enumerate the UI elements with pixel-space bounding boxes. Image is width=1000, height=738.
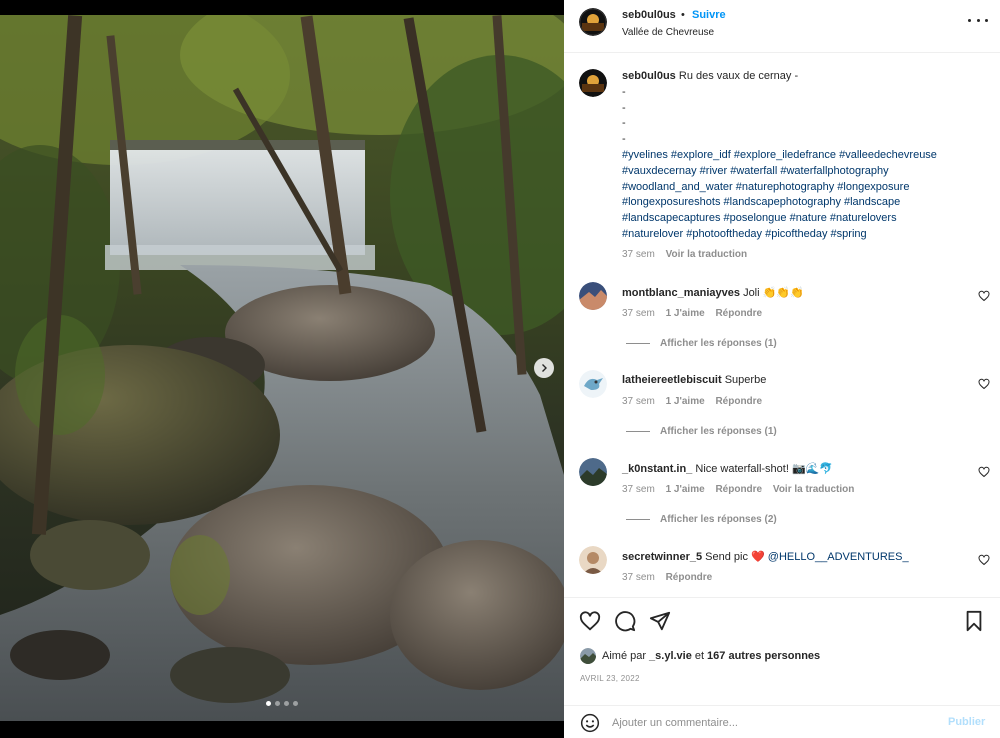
comment-text: secretwinner_5 Send pic ❤️ @HELLO__ADVEN… bbox=[622, 550, 909, 563]
follow-button[interactable]: Suivre bbox=[692, 9, 726, 21]
author-avatar[interactable] bbox=[579, 8, 607, 36]
comment-likes-count[interactable]: 1 J'aime bbox=[666, 308, 705, 319]
caption-dash: - bbox=[622, 133, 626, 146]
more-options-icon[interactable] bbox=[968, 13, 988, 27]
comment-text: _k0nstant.in_ Nice waterfall-shot! 📷🌊🐬 bbox=[622, 462, 833, 475]
post-location[interactable]: Vallée de Chevreuse bbox=[622, 27, 714, 38]
commenter-avatar[interactable] bbox=[579, 282, 607, 310]
comment-body: Joli 👏👏👏 bbox=[743, 287, 804, 299]
post-media bbox=[0, 0, 564, 738]
caption-dash: - bbox=[622, 117, 626, 130]
author-username[interactable]: seb0ul0us bbox=[622, 9, 676, 21]
caption-hashtags[interactable]: #landscapecaptures #poselongue #nature #… bbox=[622, 211, 984, 227]
smiley-icon[interactable] bbox=[580, 713, 600, 733]
commenter-avatar[interactable] bbox=[579, 546, 607, 574]
view-replies-label: Afficher les réponses (1) bbox=[660, 338, 777, 349]
carousel-dot bbox=[293, 701, 298, 706]
commenter-username[interactable]: _k0nstant.in_ bbox=[622, 463, 692, 475]
commenter-avatar[interactable] bbox=[579, 458, 607, 486]
comment-like-icon[interactable] bbox=[978, 290, 990, 302]
carousel-dot bbox=[275, 701, 280, 706]
reply-button[interactable]: Répondre bbox=[715, 484, 762, 495]
reply-button[interactable]: Répondre bbox=[715, 308, 762, 319]
commenter-username[interactable]: montblanc_maniayves bbox=[622, 287, 740, 299]
carousel-dot bbox=[284, 701, 289, 706]
comment-like-icon[interactable] bbox=[978, 466, 990, 478]
view-replies-button[interactable]: Afficher les réponses (2) bbox=[626, 514, 777, 525]
liked-by-others[interactable]: 167 autres personnes bbox=[707, 650, 820, 662]
comment-translate-link[interactable]: Voir la traduction bbox=[773, 484, 855, 495]
comment-meta: 37 sem 1 J'aime Répondre bbox=[622, 396, 770, 407]
comment-input[interactable] bbox=[612, 714, 932, 732]
post-side-panel: seb0ul0us • Suivre Vallée de Chevreuse s… bbox=[564, 0, 1000, 738]
caption-text: Ru des vaux de cernay - bbox=[678, 70, 799, 82]
send-icon[interactable] bbox=[649, 610, 671, 632]
post-header: seb0ul0us • Suivre Vallée de Chevreuse bbox=[564, 0, 1000, 53]
comment-icon[interactable] bbox=[614, 610, 636, 632]
comment-meta: 37 sem 1 J'aime Répondre Voir la traduct… bbox=[622, 484, 862, 495]
comment-meta: 37 sem 1 J'aime Répondre bbox=[622, 308, 770, 319]
bookmark-icon[interactable] bbox=[963, 610, 985, 632]
caption-dash: - bbox=[622, 101, 626, 114]
comment-body: Send pic ❤️ bbox=[705, 551, 765, 563]
caption-hashtags[interactable]: #yvelines #explore_idf #explore_iledefra… bbox=[622, 148, 984, 164]
caption-hashtags[interactable]: #naturelover #photooftheday #picoftheday… bbox=[622, 227, 984, 243]
commenter-username[interactable]: secretwinner_5 bbox=[622, 551, 702, 563]
comment-likes-count[interactable]: 1 J'aime bbox=[666, 484, 705, 495]
comment-time[interactable]: 37 sem bbox=[622, 308, 655, 319]
post-date[interactable]: AVRIL 23, 2022 bbox=[580, 674, 640, 683]
view-replies-label: Afficher les réponses (1) bbox=[660, 426, 777, 437]
separator-dot: • bbox=[681, 9, 685, 21]
liker-avatar[interactable] bbox=[580, 648, 596, 664]
caption-username[interactable]: seb0ul0us bbox=[622, 70, 676, 82]
commenter-username[interactable]: latheiereetlebiscuit bbox=[622, 374, 722, 386]
liked-by-user[interactable]: _s.yl.vie bbox=[649, 650, 692, 662]
comment-time[interactable]: 37 sem bbox=[622, 484, 655, 495]
comment-text: latheiereetlebiscuit Superbe bbox=[622, 374, 766, 386]
chevron-right-icon bbox=[542, 364, 547, 372]
view-replies-button[interactable]: Afficher les réponses (1) bbox=[626, 338, 777, 349]
liked-by-middle: et bbox=[694, 650, 705, 662]
caption-translate-link[interactable]: Voir la traduction bbox=[666, 249, 748, 260]
caption-time[interactable]: 37 sem bbox=[622, 249, 655, 260]
publish-button[interactable]: Publier bbox=[948, 716, 985, 728]
post-actions: Aimé par _s.yl.vie et 167 autres personn… bbox=[564, 597, 1000, 689]
carousel-next-button[interactable] bbox=[534, 358, 554, 378]
comment-time[interactable]: 37 sem bbox=[622, 396, 655, 407]
comment-body: Superbe bbox=[724, 374, 767, 386]
caption-hashtags[interactable]: #longexposureshots #landscapephotography… bbox=[622, 195, 984, 211]
view-replies-button[interactable]: Afficher les réponses (1) bbox=[626, 426, 777, 437]
comment-like-icon[interactable] bbox=[978, 554, 990, 566]
comment-like-icon[interactable] bbox=[978, 378, 990, 390]
reply-button[interactable]: Répondre bbox=[666, 572, 713, 583]
commenter-avatar[interactable] bbox=[579, 370, 607, 398]
reply-button[interactable]: Répondre bbox=[715, 396, 762, 407]
view-replies-label: Afficher les réponses (2) bbox=[660, 514, 777, 525]
comment-body: Nice waterfall-shot! 📷🌊🐬 bbox=[695, 463, 834, 475]
comment-time[interactable]: 37 sem bbox=[622, 572, 655, 583]
carousel-dot bbox=[266, 701, 271, 706]
post-viewer: seb0ul0us • Suivre Vallée de Chevreuse s… bbox=[0, 0, 1000, 738]
caption-hashtags[interactable]: #vauxdecernay #river #waterfall #waterfa… bbox=[622, 164, 984, 180]
liked-by-prefix: Aimé par bbox=[602, 650, 647, 662]
heart-icon[interactable] bbox=[579, 610, 601, 632]
add-comment-bar: Publier bbox=[564, 705, 1000, 738]
post-caption: seb0ul0us Ru des vaux de cernay - - - - … bbox=[622, 69, 984, 243]
comments-list[interactable]: seb0ul0us Ru des vaux de cernay - - - - … bbox=[564, 54, 1000, 596]
caption-author-avatar[interactable] bbox=[579, 69, 607, 97]
comment-mention[interactable]: @HELLO__ADVENTURES_ bbox=[768, 551, 909, 563]
comment-text: montblanc_maniayves Joli 👏👏👏 bbox=[622, 286, 804, 299]
caption-hashtags[interactable]: #woodland_and_water #naturephotography #… bbox=[622, 180, 984, 196]
caption-meta: 37 sem Voir la traduction bbox=[622, 249, 755, 260]
caption-dash: - bbox=[622, 85, 626, 98]
liked-by: Aimé par _s.yl.vie et 167 autres personn… bbox=[580, 648, 823, 664]
carousel-indicator bbox=[0, 701, 564, 706]
comment-meta: 37 sem Répondre bbox=[622, 572, 720, 583]
comment-likes-count[interactable]: 1 J'aime bbox=[666, 396, 705, 407]
post-photo[interactable] bbox=[0, 15, 564, 721]
